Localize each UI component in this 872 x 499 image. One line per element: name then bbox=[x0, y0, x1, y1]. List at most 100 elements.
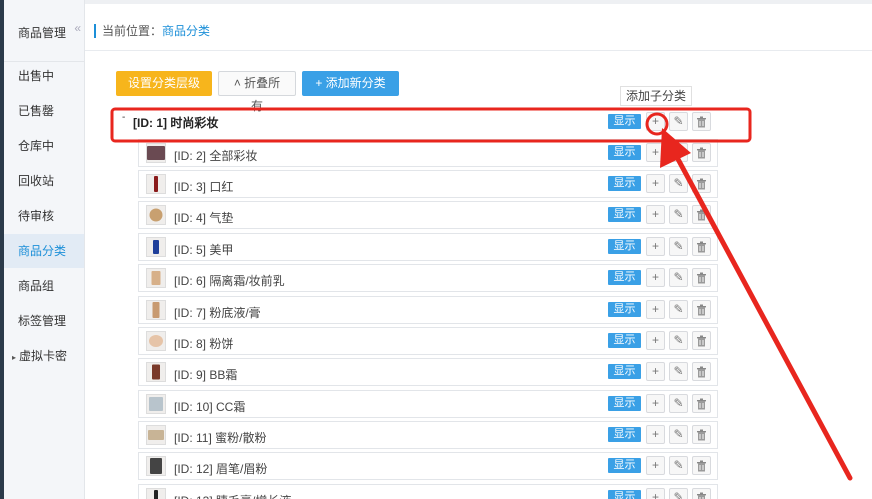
sidebar-item-label: 已售罄 bbox=[18, 104, 55, 118]
loose-powder-thumbnail bbox=[146, 425, 166, 445]
sidebar-title: 商品管理 bbox=[18, 26, 67, 40]
sidebar-item-product-group[interactable]: 商品组 bbox=[4, 269, 84, 303]
edit-icon[interactable]: ✎ bbox=[669, 174, 688, 193]
edit-icon[interactable]: ✎ bbox=[669, 205, 688, 224]
category-label: [ID: 11] 蜜粉/散粉 bbox=[174, 431, 267, 445]
add-subcategory-icon[interactable]: + bbox=[646, 268, 665, 287]
status-badge[interactable]: 显示 bbox=[608, 396, 641, 411]
sidebar-item-pending-review[interactable]: 待审核 bbox=[4, 199, 84, 233]
sidebar-item-product-category[interactable]: 商品分类 bbox=[4, 234, 84, 268]
top-bar bbox=[85, 0, 872, 4]
cushion-thumbnail bbox=[146, 205, 166, 225]
add-subcategory-icon[interactable]: + bbox=[646, 237, 665, 256]
add-category-button[interactable]: + 添加新分类 bbox=[302, 71, 399, 96]
collapse-sidebar-icon[interactable]: « bbox=[74, 21, 81, 35]
add-subcategory-icon[interactable]: + bbox=[646, 394, 665, 413]
product-image bbox=[152, 364, 160, 380]
sidebar-item-label: 出售中 bbox=[18, 69, 55, 83]
status-badge[interactable]: 显示 bbox=[608, 458, 641, 473]
delete-icon[interactable] bbox=[692, 237, 711, 256]
status-badge[interactable]: 显示 bbox=[608, 364, 641, 379]
add-subcategory-icon[interactable]: + bbox=[646, 174, 665, 193]
add-subcategory-icon[interactable]: + bbox=[646, 362, 665, 381]
edit-icon[interactable]: ✎ bbox=[669, 394, 688, 413]
cc-cream-thumbnail bbox=[146, 394, 166, 414]
edit-icon[interactable]: ✎ bbox=[669, 268, 688, 287]
breadcrumb-current[interactable]: 商品分类 bbox=[162, 24, 210, 38]
delete-icon[interactable] bbox=[692, 143, 711, 162]
sidebar-item-tag-management[interactable]: 标签管理 bbox=[4, 304, 84, 338]
product-image bbox=[147, 146, 165, 160]
sidebar-header: 商品管理 « bbox=[4, 0, 84, 62]
add-subcategory-icon[interactable]: + bbox=[646, 331, 665, 350]
delete-icon[interactable] bbox=[692, 488, 711, 499]
delete-icon[interactable] bbox=[692, 300, 711, 319]
sidebar-item-label: 回收站 bbox=[18, 174, 55, 188]
edit-icon[interactable]: ✎ bbox=[669, 331, 688, 350]
edit-icon[interactable]: ✎ bbox=[669, 456, 688, 475]
delete-icon[interactable] bbox=[692, 112, 711, 131]
add-subcategory-icon[interactable]: + bbox=[646, 488, 665, 499]
status-badge[interactable]: 显示 bbox=[608, 427, 641, 442]
edit-icon[interactable]: ✎ bbox=[669, 425, 688, 444]
sidebar-item-label: 仓库中 bbox=[18, 139, 55, 153]
sidebar-item-label: 商品分类 bbox=[18, 244, 67, 258]
edit-icon[interactable]: ✎ bbox=[669, 237, 688, 256]
add-subcategory-icon[interactable]: + bbox=[646, 143, 665, 162]
collapse-toggle-icon[interactable]: - bbox=[122, 112, 125, 123]
add-subcategory-icon[interactable]: + bbox=[646, 425, 665, 444]
sidebar-item-sold-out[interactable]: 已售罄 bbox=[4, 94, 84, 128]
status-badge[interactable]: 显示 bbox=[608, 490, 641, 499]
edit-icon[interactable]: ✎ bbox=[669, 143, 688, 162]
breadcrumb-divider bbox=[85, 50, 872, 51]
delete-icon[interactable] bbox=[692, 268, 711, 287]
product-image bbox=[153, 240, 159, 254]
sidebar-item-warehouse[interactable]: 仓库中 bbox=[4, 129, 84, 163]
edit-icon[interactable]: ✎ bbox=[669, 488, 688, 499]
status-badge[interactable]: 显示 bbox=[608, 270, 641, 285]
delete-icon[interactable] bbox=[692, 331, 711, 350]
add-subcategory-icon[interactable]: + bbox=[646, 456, 665, 475]
product-image bbox=[154, 490, 158, 499]
status-badge[interactable]: 显示 bbox=[608, 207, 641, 222]
delete-icon[interactable] bbox=[692, 205, 711, 224]
delete-icon[interactable] bbox=[692, 394, 711, 413]
sidebar-item-selling[interactable]: 出售中 bbox=[4, 59, 84, 93]
status-badge[interactable]: 显示 bbox=[608, 333, 641, 348]
category-label: [ID: 5] 美甲 bbox=[174, 243, 234, 257]
delete-icon[interactable] bbox=[692, 174, 711, 193]
root-category-label: [ID: 1] 时尚彩妆 bbox=[133, 116, 219, 130]
foundation-thumbnail bbox=[146, 300, 166, 320]
sidebar-item-label: 待审核 bbox=[18, 209, 55, 223]
collapse-all-button[interactable]: ˄ 折叠所有 bbox=[218, 71, 296, 113]
product-image bbox=[151, 271, 161, 285]
add-subcategory-icon[interactable]: + bbox=[646, 300, 665, 319]
category-label: [ID: 9] BB霜 bbox=[174, 368, 238, 382]
category-label: [ID: 6] 隔离霜/妆前乳 bbox=[174, 274, 285, 288]
edit-icon[interactable]: ✎ bbox=[669, 362, 688, 381]
sidebar-item-virtual-card[interactable]: ▸ 虚拟卡密 bbox=[4, 339, 84, 373]
category-label: [ID: 10] CC霜 bbox=[174, 400, 246, 414]
edit-icon[interactable]: ✎ bbox=[669, 300, 688, 319]
delete-icon[interactable] bbox=[692, 425, 711, 444]
status-badge[interactable]: 显示 bbox=[608, 302, 641, 317]
powder-cake-thumbnail bbox=[146, 331, 166, 351]
sidebar-item-recycle-bin[interactable]: 回收站 bbox=[4, 164, 84, 198]
delete-icon[interactable] bbox=[692, 362, 711, 381]
product-image bbox=[149, 335, 163, 347]
status-badge[interactable]: 显示 bbox=[608, 114, 641, 129]
status-badge[interactable]: 显示 bbox=[608, 145, 641, 160]
eyebrow-pencil-thumbnail bbox=[146, 456, 166, 476]
sidebar: 商品管理 « 出售中 已售罄 仓库中 回收站 待审核 商品分类 商品组 标签管理… bbox=[4, 0, 85, 499]
add-subcategory-icon[interactable]: + bbox=[646, 112, 665, 131]
edit-icon[interactable]: ✎ bbox=[669, 112, 688, 131]
delete-icon[interactable] bbox=[692, 456, 711, 475]
caret-right-icon: ▸ bbox=[12, 353, 17, 362]
product-image bbox=[148, 430, 164, 440]
set-category-level-button[interactable]: 设置分类层级 bbox=[116, 71, 212, 96]
nail-polish-thumbnail bbox=[146, 237, 166, 257]
status-badge[interactable]: 显示 bbox=[608, 239, 641, 254]
status-badge[interactable]: 显示 bbox=[608, 176, 641, 191]
product-image bbox=[149, 397, 163, 411]
add-subcategory-icon[interactable]: + bbox=[646, 205, 665, 224]
